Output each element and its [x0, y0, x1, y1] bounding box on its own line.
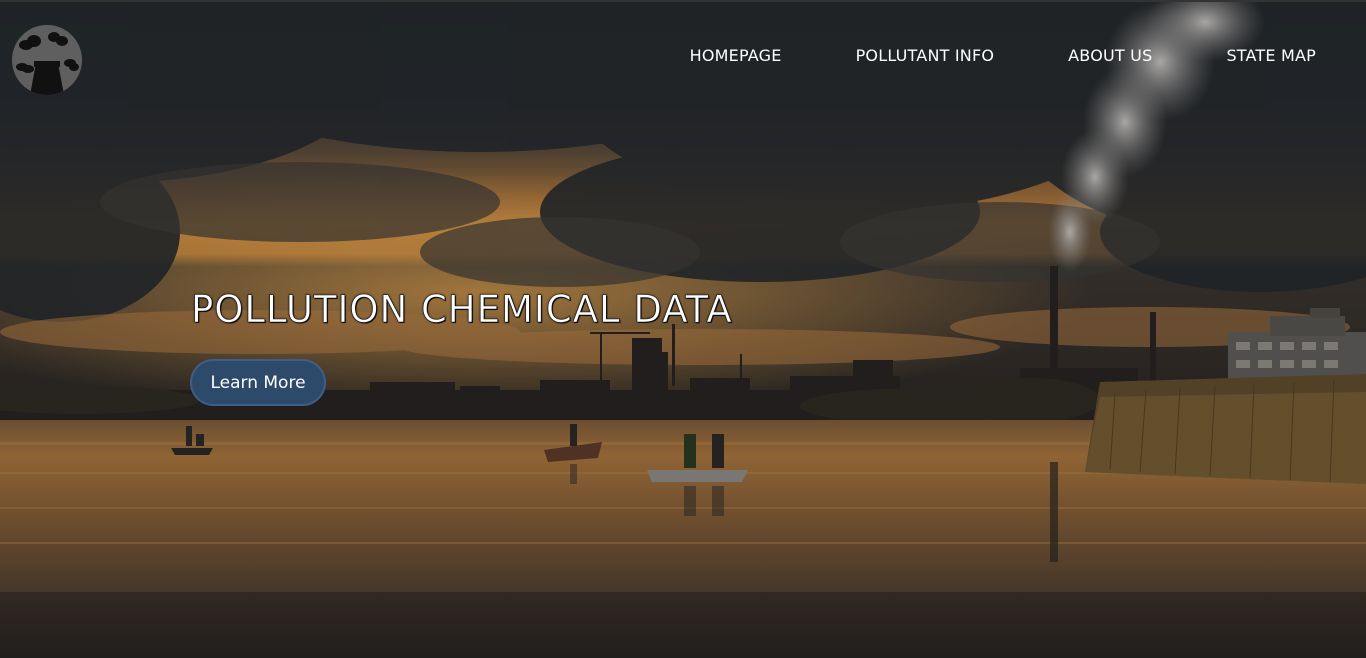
nav-state-map[interactable]: STATE MAP	[1226, 46, 1316, 66]
learn-more-button[interactable]: Learn More	[190, 359, 326, 406]
nav-about-us[interactable]: ABOUT US	[1068, 46, 1152, 66]
hero-section: HOMEPAGE POLLUTANT INFO ABOUT US STATE M…	[0, 0, 1366, 658]
nav-homepage[interactable]: HOMEPAGE	[690, 46, 782, 66]
main-nav: HOMEPAGE POLLUTANT INFO ABOUT US STATE M…	[690, 46, 1316, 66]
nav-pollutant-info[interactable]: POLLUTANT INFO	[856, 46, 995, 66]
hero-title: POLLUTION CHEMICAL DATA	[191, 288, 733, 332]
factory-smoke-icon	[12, 25, 82, 95]
site-logo[interactable]	[12, 25, 82, 95]
